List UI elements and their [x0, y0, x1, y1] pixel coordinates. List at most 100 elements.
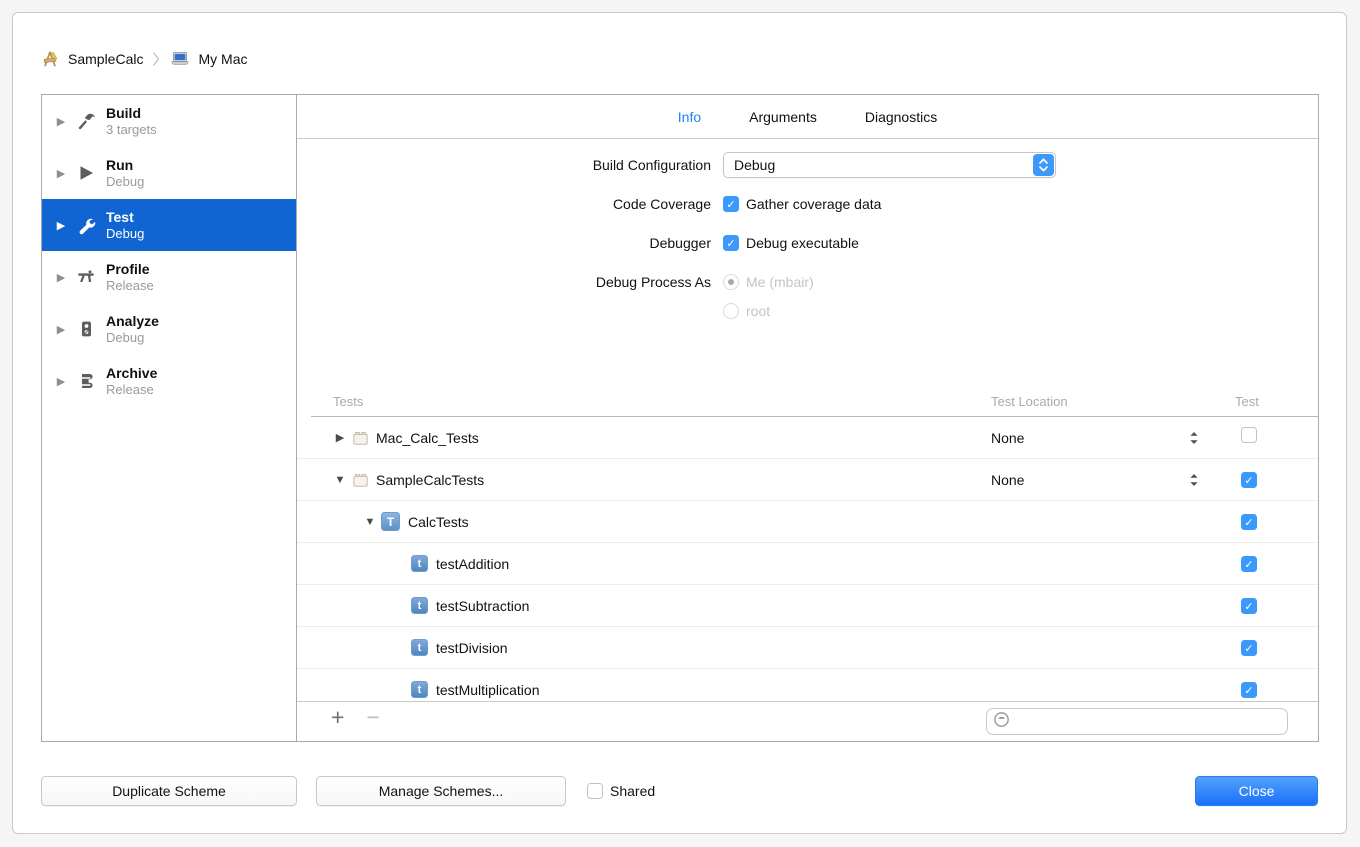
sidebar-item-label: Build — [106, 105, 157, 122]
scheme-actions-sidebar: ▶Build3 targets▶RunDebug▶TestDebug▶Profi… — [41, 94, 297, 742]
test-bundle-icon — [351, 428, 370, 447]
test-row-testAddition[interactable]: t testAddition ✓ — [297, 543, 1318, 585]
disclosure-triangle-icon[interactable]: ▶ — [54, 375, 68, 388]
sidebar-item-sublabel: Debug — [106, 330, 159, 346]
column-header-tests: Tests — [333, 394, 363, 409]
debug-as-me-label: Me (mbair) — [746, 274, 814, 290]
column-header-test: Test — [1235, 394, 1259, 409]
clamp-icon — [74, 370, 98, 392]
disclosure-triangle-icon[interactable]: ▶ — [54, 219, 68, 232]
disclosure-triangle-icon[interactable]: ▶ — [333, 431, 347, 444]
build-configuration-popup[interactable]: Debug — [723, 152, 1056, 178]
tests-table-rows: ▶Mac_Calc_TestsNone ▼ SampleCalcTests None ✓… — [297, 417, 1318, 702]
debug-as-root-label: root — [746, 303, 770, 319]
shared-checkbox-label: Shared — [610, 783, 655, 799]
filter-icon — [992, 710, 1011, 734]
breadcrumb-scheme-name[interactable]: SampleCalc — [68, 51, 143, 67]
test-enabled-checkbox[interactable]: ✓ — [1241, 472, 1257, 488]
disclosure-triangle-icon[interactable]: ▶ — [54, 115, 68, 128]
filter-field[interactable] — [986, 708, 1288, 735]
sidebar-item-analyze[interactable]: ▶ AnalyzeDebug — [42, 303, 296, 355]
play-icon — [74, 162, 98, 184]
sidebar-item-label: Run — [106, 157, 144, 174]
add-test-button[interactable]: + — [331, 704, 344, 731]
test-name: testAddition — [436, 556, 509, 572]
scheme-icon — [39, 49, 61, 69]
disclosure-triangle-icon[interactable]: ▶ — [54, 323, 68, 336]
test-enabled-checkbox[interactable] — [1241, 427, 1257, 443]
location-stepper-icon[interactable] — [1187, 429, 1201, 447]
tests-table-header: Tests Test Location Test — [297, 373, 1318, 417]
remove-test-button[interactable]: − — [366, 704, 379, 731]
tab-info[interactable]: Info — [678, 109, 701, 125]
sidebar-item-sublabel: Debug — [106, 174, 144, 190]
popup-stepper-icon — [1033, 154, 1054, 176]
gather-coverage-option-label: Gather coverage data — [746, 196, 881, 212]
build-configuration-label: Build Configuration — [297, 157, 711, 173]
chevron-right-icon — [150, 50, 162, 68]
disclosure-triangle-icon[interactable]: ▶ — [54, 167, 68, 180]
sidebar-item-profile[interactable]: ▶ProfileRelease — [42, 251, 296, 303]
sidebar-item-label: Archive — [106, 365, 157, 382]
test-enabled-checkbox[interactable]: ✓ — [1241, 640, 1257, 656]
test-row-testMultiplication[interactable]: t testMultiplication ✓ — [297, 669, 1318, 702]
debug-executable-option-label: Debug executable — [746, 235, 859, 251]
test-bundle-icon — [351, 470, 370, 489]
test-name: testDivision — [436, 640, 508, 656]
duplicate-scheme-button[interactable]: Duplicate Scheme — [41, 776, 297, 806]
tab-diagnostics[interactable]: Diagnostics — [865, 109, 937, 125]
debug-as-me-radio[interactable] — [723, 274, 739, 290]
tests-toolbar: + − — [297, 701, 1318, 741]
column-header-test-location: Test Location — [991, 394, 1068, 409]
sidebar-item-sublabel: 3 targets — [106, 122, 157, 138]
test-row-SampleCalcTests[interactable]: ▼ SampleCalcTests None ✓ — [297, 459, 1318, 501]
test-class-icon: T — [381, 512, 400, 531]
test-action-panel: Info Arguments Diagnostics Build Configura… — [297, 94, 1319, 742]
debug-as-root-radio[interactable] — [723, 303, 739, 319]
sidebar-item-test[interactable]: ▶TestDebug — [42, 199, 296, 251]
test-enabled-checkbox[interactable]: ✓ — [1241, 598, 1257, 614]
test-location-value[interactable]: None — [991, 472, 1024, 488]
test-method-icon: t — [411, 681, 428, 698]
sidebar-item-sublabel: Release — [106, 382, 157, 398]
test-enabled-checkbox[interactable]: ✓ — [1241, 682, 1257, 698]
mac-destination-icon — [169, 49, 191, 69]
manage-schemes-button[interactable]: Manage Schemes... — [316, 776, 566, 806]
debug-process-as-label: Debug Process As — [297, 274, 711, 290]
location-stepper-icon[interactable] — [1187, 471, 1201, 489]
tests-table: Tests Test Location Test ▶Mac_Calc_Tests… — [297, 373, 1318, 702]
test-row-Mac_Calc_Tests[interactable]: ▶Mac_Calc_TestsNone — [297, 417, 1318, 459]
debugger-label: Debugger — [297, 235, 711, 251]
test-location-value[interactable]: None — [991, 430, 1024, 446]
test-enabled-checkbox[interactable]: ✓ — [1241, 514, 1257, 530]
test-enabled-checkbox[interactable]: ✓ — [1241, 556, 1257, 572]
shared-checkbox[interactable] — [587, 783, 603, 799]
disclosure-triangle-icon[interactable]: ▼ — [333, 474, 347, 486]
test-info-form: Build Configuration Debug Code Coverage — [297, 140, 1318, 373]
scheme-editor-content: ▶Build3 targets▶RunDebug▶TestDebug▶Profi… — [41, 94, 1319, 742]
test-row-testDivision[interactable]: ttestDivision✓ — [297, 627, 1318, 669]
disclosure-triangle-icon[interactable]: ▼ — [363, 516, 377, 528]
hammer-icon — [74, 110, 98, 132]
sidebar-item-build[interactable]: ▶ Build3 targets — [42, 95, 296, 147]
sidebar-item-run[interactable]: ▶ RunDebug — [42, 147, 296, 199]
close-button[interactable]: Close — [1195, 776, 1318, 806]
sidebar-item-sublabel: Release — [106, 278, 154, 294]
test-name: CalcTests — [408, 514, 469, 530]
test-row-testSubtraction[interactable]: ttestSubtraction✓ — [297, 585, 1318, 627]
debug-executable-checkbox[interactable]: ✓ — [723, 235, 739, 251]
test-method-icon: t — [411, 597, 428, 614]
test-row-CalcTests[interactable]: ▼ T CalcTests ✓ — [297, 501, 1318, 543]
sidebar-item-sublabel: Debug — [106, 226, 144, 242]
sidebar-item-archive[interactable]: ▶ ArchiveRelease — [42, 355, 296, 407]
test-method-icon: t — [411, 555, 428, 572]
analyzer-icon — [74, 318, 98, 340]
test-name: SampleCalcTests — [376, 472, 484, 488]
test-name: testMultiplication — [436, 682, 540, 698]
breadcrumb-destination-name[interactable]: My Mac — [198, 51, 247, 67]
tab-arguments[interactable]: Arguments — [749, 109, 817, 125]
gather-coverage-checkbox[interactable]: ✓ — [723, 196, 739, 212]
wrench-icon — [74, 214, 98, 236]
disclosure-triangle-icon[interactable]: ▶ — [54, 271, 68, 284]
sidebar-item-label: Analyze — [106, 313, 159, 330]
